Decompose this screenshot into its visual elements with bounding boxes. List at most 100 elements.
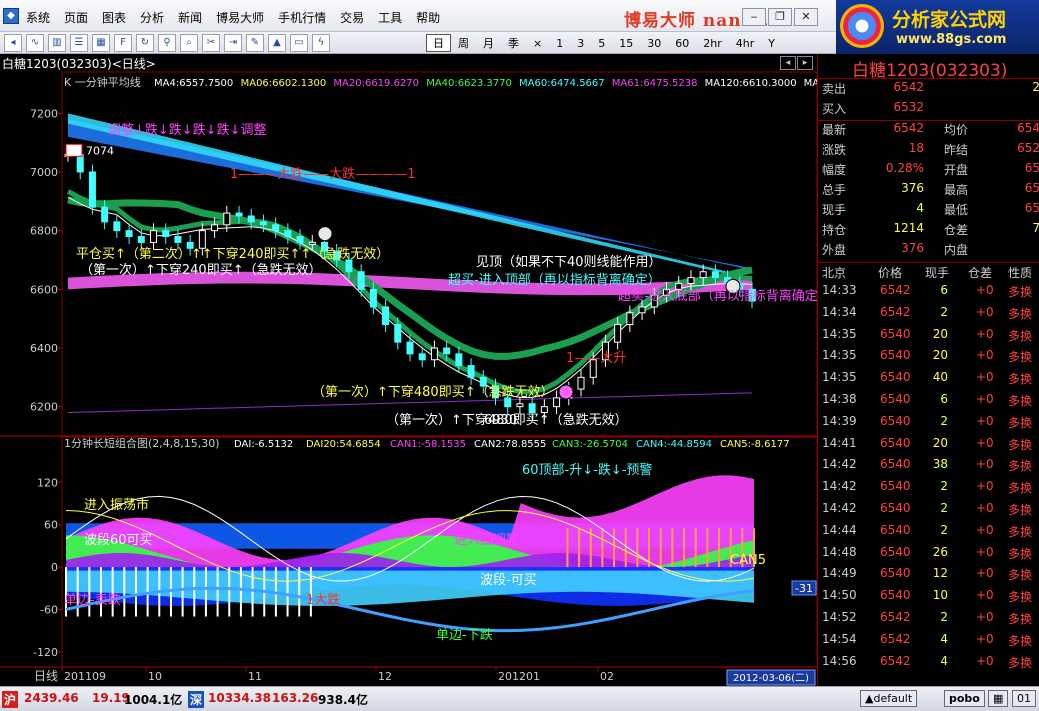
tick-nature: 多换 <box>1008 546 1033 561</box>
lower-indicator-label: CAN3:-26.5704 <box>552 439 628 450</box>
sz-amount: 938.4亿 <box>318 693 368 707</box>
chart-svg: K 一分钟平均线 MA4:6557.7500 MA06:6602.1300 MA20:… <box>0 71 817 686</box>
restore-icon[interactable]: ❐ <box>768 8 792 26</box>
menu-trade[interactable]: 交易 <box>340 9 364 26</box>
tick-row: 14:42 6540 38 +0 多换 <box>818 457 1039 479</box>
tab-close[interactable]: × <box>526 34 549 52</box>
tick-time: 14:42 <box>822 457 857 472</box>
export-icon[interactable]: ⇥ <box>224 34 242 52</box>
tab-month[interactable]: 月 <box>476 34 501 52</box>
xaxis-tick-label: 11 <box>248 670 262 683</box>
tick-time: 14:50 <box>822 588 857 603</box>
upper-indicator-label: MA40:6623.3770 <box>426 78 512 89</box>
tick-price: 6542 <box>880 283 911 297</box>
tick-time: 14:56 <box>822 653 857 668</box>
bar-chart-icon[interactable]: ▥ <box>48 34 66 52</box>
upper-annotation: （第一次）↑下穿480即买↑（急跌无效） <box>312 384 554 400</box>
line-chart-icon[interactable]: ∿ <box>26 34 44 52</box>
menu-system[interactable]: 系统 <box>26 9 50 26</box>
stat-row: 现手 4 最低 65 <box>818 201 1039 221</box>
tick-price: 6540 <box>880 588 911 603</box>
tick-time: 14:35 <box>822 370 857 385</box>
close-icon[interactable]: ✕ <box>794 8 818 26</box>
toolbar-icons: ◂ ∿ ▥ ☰ ▦ F ↻ ⚲ ⌕ ✂ ⇥ ✎ ▲ ▭ ϟ <box>4 34 330 52</box>
edit-icon[interactable]: ✎ <box>246 34 264 52</box>
table-icon[interactable]: ▦ <box>92 34 110 52</box>
sh-index: 2439.46 <box>24 691 79 705</box>
xaxis-label: 日线 <box>34 669 58 683</box>
tick-volume: 2 <box>940 304 948 319</box>
finance-icon[interactable]: F <box>114 34 132 52</box>
lower-chart-title: 1分钟长短组合图(2,4,8,15,30) <box>64 436 220 450</box>
site-logo: 分析家公式网 www.88gs.com <box>836 0 1039 54</box>
tick-price: 6540 <box>880 501 911 515</box>
tick-nature: 多换 <box>1008 459 1033 474</box>
tab-5min[interactable]: 5 <box>591 34 612 52</box>
menu-mobile[interactable]: 手机行情 <box>278 9 326 26</box>
tab-15min[interactable]: 15 <box>612 34 640 52</box>
tick-volume: 6 <box>940 283 948 297</box>
upper-annotation: 平仓买↑（第二次）↑↑下穿240即买↑↑（急跌无效） <box>76 246 389 262</box>
stat-value: 65 <box>1024 181 1039 195</box>
list-icon[interactable]: ☰ <box>70 34 88 52</box>
stat-row: 涨跌 18 昨结 652 <box>818 141 1039 161</box>
window-icon[interactable]: ▭ <box>290 34 308 52</box>
menu-news[interactable]: 新闻 <box>178 9 202 26</box>
default-button[interactable]: ▲default <box>860 690 918 707</box>
tick-time: 14:52 <box>822 610 857 624</box>
search-icon[interactable]: ⌕ <box>180 34 198 52</box>
stat-label: 现手 <box>822 203 847 217</box>
page-grid-icon[interactable]: ▦ <box>988 690 1009 707</box>
upper-chart-title: K 一分钟平均线 <box>64 75 141 89</box>
tab-day[interactable]: 日 <box>426 34 451 52</box>
stat-label: 持仓 <box>822 223 847 237</box>
upper-indicator-label: MA61:6475.5238 <box>612 78 698 89</box>
tick-row: 14:33 6542 6 +0 多换 <box>818 283 1039 305</box>
tab-year[interactable]: Y <box>761 34 782 52</box>
tick-time: 14:42 <box>822 479 857 494</box>
refresh-icon[interactable]: ↻ <box>136 34 154 52</box>
tick-oi: +0 <box>976 544 994 559</box>
tick-header-price: 价格 <box>878 266 903 280</box>
tick-row: 14:48 6540 26 +0 多换 <box>818 545 1039 567</box>
zoom-icon[interactable]: ⚲ <box>158 34 176 52</box>
tab-2hr[interactable]: 2hr <box>696 34 729 52</box>
chart-area[interactable]: 白糖1203(032303)<日线> ◂ ▸ K 一分钟平均线 MA4:6557.… <box>0 54 817 686</box>
tab-3min[interactable]: 3 <box>570 34 591 52</box>
stat-row: 幅度 0.28% 开盘 65 <box>818 161 1039 181</box>
upper-ytick-label: 6400 <box>30 342 58 355</box>
tick-oi: +0 <box>976 566 994 581</box>
menu-tools[interactable]: 工具 <box>378 9 402 26</box>
tick-row: 14:54 6542 4 +0 多换 <box>818 632 1039 654</box>
menu-boyi[interactable]: 博易大师 <box>216 9 264 26</box>
upper-annotation: 见顶（如果不下40则线能作用） <box>476 254 662 270</box>
tab-60min[interactable]: 60 <box>668 34 696 52</box>
back-icon[interactable]: ◂ <box>4 34 22 52</box>
menu-page[interactable]: 页面 <box>64 9 88 26</box>
flash-icon[interactable]: ϟ <box>312 34 330 52</box>
upper-annotation: 超买-进入顶部（再以指标背离确定） <box>448 272 661 288</box>
candle-body <box>125 230 133 238</box>
tick-oi: +0 <box>976 304 994 319</box>
lower-ytick-label: -60 <box>40 603 58 616</box>
date-badge: 2012-03-06(二) <box>733 673 809 684</box>
tab-week[interactable]: 周 <box>451 34 476 52</box>
alarm-icon[interactable]: ▲ <box>268 34 286 52</box>
minimize-icon[interactable]: ‒ <box>742 8 766 26</box>
tick-volume: 2 <box>940 501 948 515</box>
menu-analysis[interactable]: 分析 <box>140 9 164 26</box>
tick-volume: 26 <box>932 544 948 559</box>
tools-icon[interactable]: ✂ <box>202 34 220 52</box>
app-icon[interactable]: ◆ <box>3 8 19 24</box>
tab-1min[interactable]: 1 <box>549 34 570 52</box>
stat-row: 外盘 376 内盘 <box>818 241 1039 261</box>
tab-quarter[interactable]: 季 <box>501 34 526 52</box>
menu-chart[interactable]: 图表 <box>102 9 126 26</box>
tick-nature: 多换 <box>1008 306 1033 321</box>
pobo-button[interactable]: pobo <box>944 690 985 707</box>
lower-annotation: 单边-卖跌 <box>64 592 121 608</box>
tab-30min[interactable]: 30 <box>640 34 668 52</box>
buy-row: 买入 6532 <box>818 100 1039 120</box>
tab-4hr[interactable]: 4hr <box>729 34 762 52</box>
menu-help[interactable]: 帮助 <box>416 9 440 26</box>
